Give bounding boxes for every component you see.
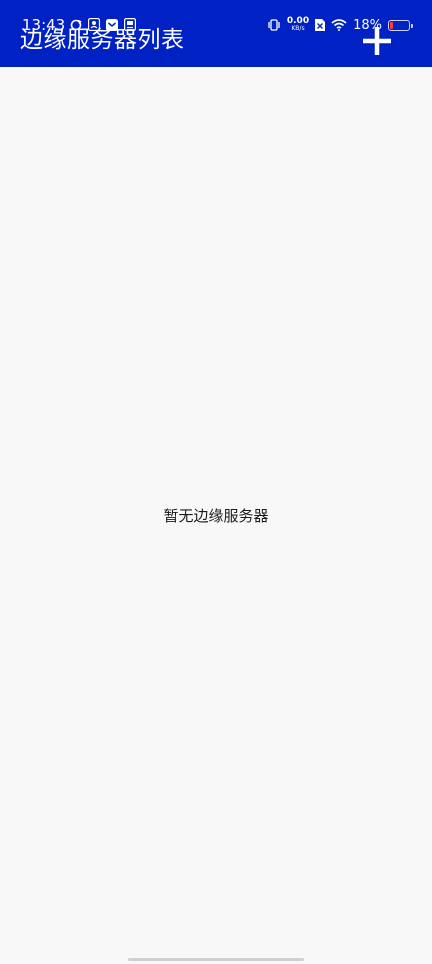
no-sim-icon bbox=[315, 16, 326, 35]
home-indicator[interactable] bbox=[128, 958, 304, 961]
vibrate-icon bbox=[267, 16, 281, 35]
screen: 13:43 0.00 KB/s 18% 边缘服务器列表 暂无边缘服务器 bbox=[0, 0, 432, 964]
net-speed-value: 0.00 bbox=[286, 16, 310, 26]
empty-state-message: 暂无边缘服务器 bbox=[163, 507, 269, 525]
add-server-button[interactable] bbox=[362, 26, 392, 56]
net-speed: 0.00 KB/s bbox=[287, 17, 309, 33]
net-speed-unit: KB/s bbox=[291, 25, 305, 32]
page-title: 边缘服务器列表 bbox=[20, 27, 185, 53]
plus-icon bbox=[363, 27, 391, 55]
wifi-icon bbox=[331, 16, 347, 35]
